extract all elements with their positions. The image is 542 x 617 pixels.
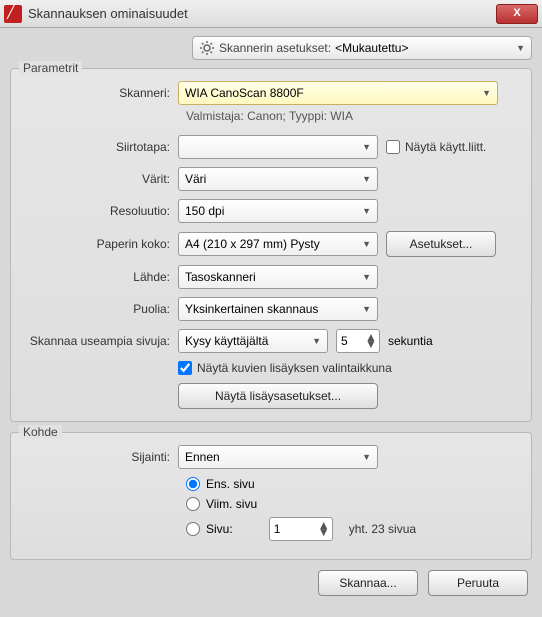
radio-page-label: Sivu: bbox=[206, 522, 233, 536]
scan-multiple-value: Kysy käyttäjältä bbox=[185, 334, 308, 348]
spin-arrows-icon: ▲▼ bbox=[365, 334, 375, 348]
show-add-settings-button-label: Näytä lisäysasetukset... bbox=[215, 389, 341, 403]
scanner-settings-label: Skannerin asetukset: bbox=[219, 41, 331, 55]
show-ui-checkbox-input[interactable] bbox=[386, 140, 400, 154]
spin-arrows-icon: ▲▼ bbox=[318, 522, 328, 536]
scanner-combo[interactable]: WIA CanoScan 8800F ▼ bbox=[178, 81, 498, 105]
source-label: Lähde: bbox=[23, 270, 178, 284]
radio-last-page-input[interactable] bbox=[186, 497, 200, 511]
paper-settings-button-label: Asetukset... bbox=[410, 237, 473, 251]
chevron-down-icon: ▼ bbox=[362, 239, 371, 249]
radio-last-page-label: Viim. sivu bbox=[206, 497, 257, 511]
radio-first-page-label: Ens. sivu bbox=[206, 477, 255, 491]
chevron-down-icon: ▼ bbox=[362, 272, 371, 282]
source-value: Tasoskanneri bbox=[185, 270, 358, 284]
scan-multiple-label: Skannaa useampia sivuja: bbox=[23, 334, 178, 348]
title-bar: Skannauksen ominaisuudet X bbox=[0, 0, 542, 28]
paper-settings-button[interactable]: Asetukset... bbox=[386, 231, 496, 257]
resolution-combo[interactable]: 150 dpi ▼ bbox=[178, 199, 378, 223]
colors-combo[interactable]: Väri ▼ bbox=[178, 167, 378, 191]
total-pages-text: yht. 23 sivua bbox=[349, 522, 416, 536]
colors-label: Värit: bbox=[23, 172, 178, 186]
paper-size-combo[interactable]: A4 (210 x 297 mm) Pysty ▼ bbox=[178, 232, 378, 256]
target-legend: Kohde bbox=[19, 425, 62, 439]
radio-page-input[interactable] bbox=[186, 522, 200, 536]
scanner-settings-dropdown[interactable]: Skannerin asetukset: <Mukautettu> ▼ bbox=[192, 36, 532, 60]
page-spin-value: 1 bbox=[274, 522, 318, 536]
scan-delay-spin[interactable]: 5 ▲▼ bbox=[336, 329, 380, 353]
window-title: Skannauksen ominaisuudet bbox=[28, 6, 496, 21]
gear-icon bbox=[199, 40, 215, 56]
radio-page[interactable]: Sivu: 1 ▲▼ yht. 23 sivua bbox=[186, 517, 519, 541]
radio-last-page[interactable]: Viim. sivu bbox=[186, 497, 519, 511]
scan-multiple-combo[interactable]: Kysy käyttäjältä ▼ bbox=[178, 329, 328, 353]
paper-size-value: A4 (210 x 297 mm) Pysty bbox=[185, 237, 358, 251]
sides-label: Puolia: bbox=[23, 302, 178, 316]
chevron-down-icon: ▼ bbox=[362, 142, 371, 152]
chevron-down-icon: ▼ bbox=[362, 174, 371, 184]
resolution-value: 150 dpi bbox=[185, 204, 358, 218]
close-button[interactable]: X bbox=[496, 4, 538, 24]
scanner-settings-value: <Mukautettu> bbox=[331, 41, 516, 55]
target-group: Kohde Sijainti: Ennen ▼ Ens. sivu Viim. … bbox=[10, 432, 532, 560]
chevron-down-icon: ▼ bbox=[362, 452, 371, 462]
parameters-legend: Parametrit bbox=[19, 61, 82, 75]
chevron-down-icon: ▼ bbox=[362, 206, 371, 216]
location-value: Ennen bbox=[185, 450, 358, 464]
chevron-down-icon: ▼ bbox=[362, 304, 371, 314]
scan-delay-value: 5 bbox=[341, 334, 365, 348]
show-image-add-dialog-checkbox[interactable]: Näytä kuvien lisäyksen valintaikkuna bbox=[178, 361, 392, 375]
sides-combo[interactable]: Yksinkertainen skannaus ▼ bbox=[178, 297, 378, 321]
app-icon bbox=[4, 5, 22, 23]
colors-value: Väri bbox=[185, 172, 358, 186]
scanner-label: Skanneri: bbox=[23, 86, 178, 100]
page-spin[interactable]: 1 ▲▼ bbox=[269, 517, 333, 541]
show-add-settings-button[interactable]: Näytä lisäysasetukset... bbox=[178, 383, 378, 409]
radio-first-page-input[interactable] bbox=[186, 477, 200, 491]
transfer-combo[interactable]: ▼ bbox=[178, 135, 378, 159]
chevron-down-icon: ▼ bbox=[482, 88, 491, 98]
show-ui-checkbox-label: Näytä käytt.liitt. bbox=[405, 140, 486, 154]
source-combo[interactable]: Tasoskanneri ▼ bbox=[178, 265, 378, 289]
transfer-label: Siirtotapa: bbox=[23, 140, 178, 154]
manufacturer-text: Valmistaja: Canon; Tyyppi: WIA bbox=[186, 109, 519, 123]
chevron-down-icon: ▼ bbox=[312, 336, 321, 346]
paper-size-label: Paperin koko: bbox=[23, 237, 178, 251]
cancel-button-label: Peruuta bbox=[457, 576, 499, 590]
sides-value: Yksinkertainen skannaus bbox=[185, 302, 358, 316]
cancel-button[interactable]: Peruuta bbox=[428, 570, 528, 596]
show-ui-checkbox[interactable]: Näytä käytt.liitt. bbox=[386, 140, 486, 154]
scan-button[interactable]: Skannaa... bbox=[318, 570, 418, 596]
show-image-add-dialog-label: Näytä kuvien lisäyksen valintaikkuna bbox=[197, 361, 392, 375]
seconds-label: sekuntia bbox=[388, 334, 433, 348]
location-combo[interactable]: Ennen ▼ bbox=[178, 445, 378, 469]
scan-button-label: Skannaa... bbox=[339, 576, 396, 590]
radio-first-page[interactable]: Ens. sivu bbox=[186, 477, 519, 491]
resolution-label: Resoluutio: bbox=[23, 204, 178, 218]
parameters-group: Parametrit Skanneri: WIA CanoScan 8800F … bbox=[10, 68, 532, 422]
show-image-add-dialog-checkbox-input[interactable] bbox=[178, 361, 192, 375]
chevron-down-icon: ▼ bbox=[516, 43, 525, 53]
location-label: Sijainti: bbox=[23, 450, 178, 464]
scanner-value: WIA CanoScan 8800F bbox=[185, 86, 478, 100]
